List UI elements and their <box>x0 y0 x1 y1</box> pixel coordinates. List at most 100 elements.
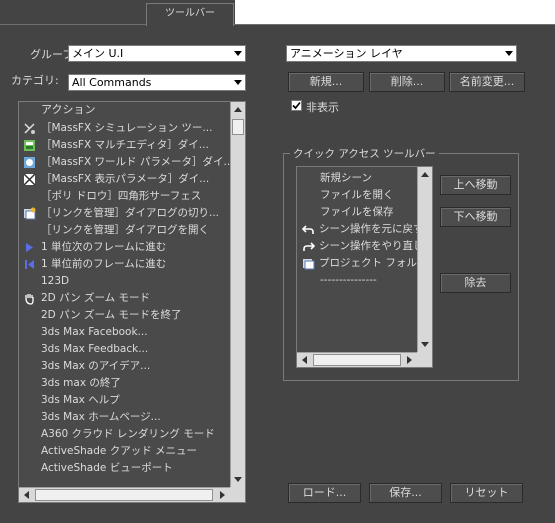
redo-icon <box>302 240 316 253</box>
category-dropdown-value: All Commands <box>72 76 152 89</box>
quick-access-item[interactable]: ファイルを保存 <box>297 204 419 221</box>
action-list-item[interactable]: ［ポリ ドロウ］四角形サーフェス <box>19 188 230 205</box>
tab-toolbars[interactable]: ツールバー <box>146 3 234 26</box>
massfx-display-params-icon <box>23 173 36 186</box>
action-list-item[interactable]: ［MassFX ワールド パラメータ］ダイ... <box>19 154 230 171</box>
action-list-item[interactable]: 3ds Max ホームページ... <box>19 409 230 426</box>
load-button[interactable]: ロード... <box>288 483 361 503</box>
action-list-item-label: ［リンクを管理］ダイアログを開く <box>41 224 209 236</box>
category-label: カテゴリ: <box>11 74 59 87</box>
action-list-item-label: 123D <box>41 275 70 287</box>
rename-button[interactable]: 名前変更... <box>449 72 525 92</box>
action-list-item[interactable]: 123D <box>19 273 230 290</box>
action-list-item[interactable]: ［リンクを管理］ダイアログを開く <box>19 222 230 239</box>
pan-zoom-icon <box>23 292 36 305</box>
action-list-item[interactable]: 3ds max の終了 <box>19 375 230 392</box>
action-list-item[interactable]: ［MassFX 表示パラメータ］ダイ... <box>19 171 230 188</box>
quick-access-item[interactable]: プロジェクト フォルダ <box>297 255 419 272</box>
next-frame-icon <box>23 241 36 254</box>
action-list-item[interactable]: 1 単位前のフレームに進む <box>19 256 230 273</box>
remove-button[interactable]: 除去 <box>440 273 511 293</box>
action-list-item[interactable]: ［MassFX マルチエディタ］ダイ... <box>19 137 230 154</box>
scroll-down-icon[interactable] <box>421 342 429 347</box>
action-list-item-label: 3ds Max のアイデア... <box>41 360 151 372</box>
quick-access-item-label: ファイルを開く <box>320 189 394 201</box>
new-button[interactable]: 新規... <box>288 72 364 92</box>
quick-access-item[interactable]: シーン操作を元に戻す <box>297 221 419 238</box>
massfx-sim-icon <box>23 122 36 135</box>
quick-list-hscrollbar[interactable] <box>297 352 417 367</box>
action-list-item[interactable]: 3ds Max Facebook... <box>19 324 230 341</box>
project-folder-icon <box>302 257 315 270</box>
action-list-item[interactable]: 3ds Max ヘルプ <box>19 392 230 409</box>
reset-button[interactable]: リセット <box>450 483 523 503</box>
quick-access-item-label: 新規シーン <box>320 172 372 184</box>
action-list-item[interactable]: 2D パン ズーム モードを終了 <box>19 307 230 324</box>
action-list-item-label: ［ポリ ドロウ］四角形サーフェス <box>41 190 202 202</box>
delete-button[interactable]: 削除... <box>369 72 445 92</box>
action-list-item-label: 1 単位次のフレームに進む <box>41 241 167 253</box>
massfx-multi-editor-icon <box>23 139 36 152</box>
scroll-right-icon[interactable] <box>220 491 225 499</box>
chevron-down-icon <box>505 51 513 56</box>
tab-strip-divider <box>0 24 555 25</box>
action-list-item-label: ［リンクを管理］ダイアログの切り... <box>41 207 220 219</box>
quick-access-item[interactable]: ファイルを開く <box>297 187 419 204</box>
action-list-item-label: 2D パン ズーム モードを終了 <box>41 309 182 321</box>
scroll-left-icon[interactable] <box>302 356 307 364</box>
quick-access-title: クイック アクセス ツールバー <box>290 146 439 161</box>
quick-access-item-label: ファイルを保存 <box>320 206 394 218</box>
quick-access-item[interactable]: シーン操作をやり直し <box>297 238 419 255</box>
scroll-right-icon[interactable] <box>407 356 412 364</box>
action-list-item[interactable]: ActiveShade ビューポート <box>19 460 230 477</box>
action-list-item[interactable]: ［MassFX シミュレーション ツー... <box>19 120 230 137</box>
action-list-vscrollbar[interactable] <box>230 102 245 487</box>
action-list-item[interactable]: 3ds Max のアイデア... <box>19 358 230 375</box>
massfx-world-params-icon <box>23 156 36 169</box>
save-button[interactable]: 保存... <box>369 483 442 503</box>
group-dropdown[interactable]: メイン U.I <box>68 45 246 62</box>
toolbar-dropdown-value: アニメーション レイヤ <box>290 47 403 60</box>
action-list-hscroll-thumb[interactable] <box>35 489 213 501</box>
action-list[interactable]: アクション ［MassFX シミュレーション ツー... ［MassFX マルチエ… <box>18 101 246 503</box>
quick-list-vscrollbar[interactable] <box>417 167 432 352</box>
quick-access-item-label: シーン操作を元に戻す <box>319 223 419 235</box>
move-up-button[interactable]: 上へ移動 <box>440 175 511 195</box>
action-list-vscroll-thumb[interactable] <box>232 119 244 135</box>
category-dropdown[interactable]: All Commands <box>68 74 246 91</box>
group-dropdown-value: メイン U.I <box>72 47 124 60</box>
quick-list-hscroll-thumb[interactable] <box>313 354 401 366</box>
action-list-item-label: 3ds max の終了 <box>41 377 121 389</box>
tab-strip-blank-area <box>235 0 555 24</box>
action-list-item[interactable]: 3ds Max Feedback... <box>19 341 230 358</box>
scroll-up-icon[interactable] <box>421 172 429 177</box>
toolbar-dropdown[interactable]: アニメーション レイヤ <box>286 45 517 62</box>
action-list-item[interactable]: A360 クラウド レンダリング モード <box>19 426 230 443</box>
action-list-item[interactable]: 1 単位次のフレームに進む <box>19 239 230 256</box>
action-list-hscrollbar[interactable] <box>19 487 230 502</box>
scroll-left-icon[interactable] <box>24 491 29 499</box>
action-list-item[interactable]: ［リンクを管理］ダイアログの切り... <box>19 205 230 222</box>
hide-checkbox[interactable] <box>291 100 302 111</box>
action-list-item-label: 3ds Max Facebook... <box>41 326 148 338</box>
move-down-button[interactable]: 下へ移動 <box>440 207 511 227</box>
scroll-corner <box>230 487 245 502</box>
action-list-item-label: ［MassFX シミュレーション ツー... <box>41 122 213 134</box>
chevron-down-icon <box>234 51 242 56</box>
quick-access-list[interactable]: 新規シーンファイルを開く ファイルを保存シーン操作を元に戻す シーン操作をやり直しプ… <box>296 166 433 368</box>
action-list-item-label: 3ds Max ホームページ... <box>41 411 161 423</box>
action-list-item[interactable]: 2D パン ズーム モード <box>19 290 230 307</box>
quick-access-item[interactable]: 新規シーン <box>297 170 419 187</box>
scroll-corner <box>417 352 432 367</box>
action-list-item[interactable]: ActiveShade クアッド メニュー <box>19 443 230 460</box>
action-list-item-label: ActiveShade ビューポート <box>41 462 173 474</box>
action-list-item-label: ［MassFX ワールド パラメータ］ダイ... <box>41 156 230 168</box>
scroll-down-icon[interactable] <box>234 477 242 482</box>
prev-frame-icon <box>23 258 36 271</box>
action-list-item-label: ActiveShade クアッド メニュー <box>41 445 198 457</box>
chevron-down-icon <box>234 80 242 85</box>
quick-access-item-label: プロジェクト フォルダ <box>319 257 419 269</box>
scroll-up-icon[interactable] <box>234 107 242 112</box>
quick-access-item[interactable]: --------------- <box>297 272 419 289</box>
quick-access-item-label: シーン操作をやり直し <box>319 240 419 252</box>
